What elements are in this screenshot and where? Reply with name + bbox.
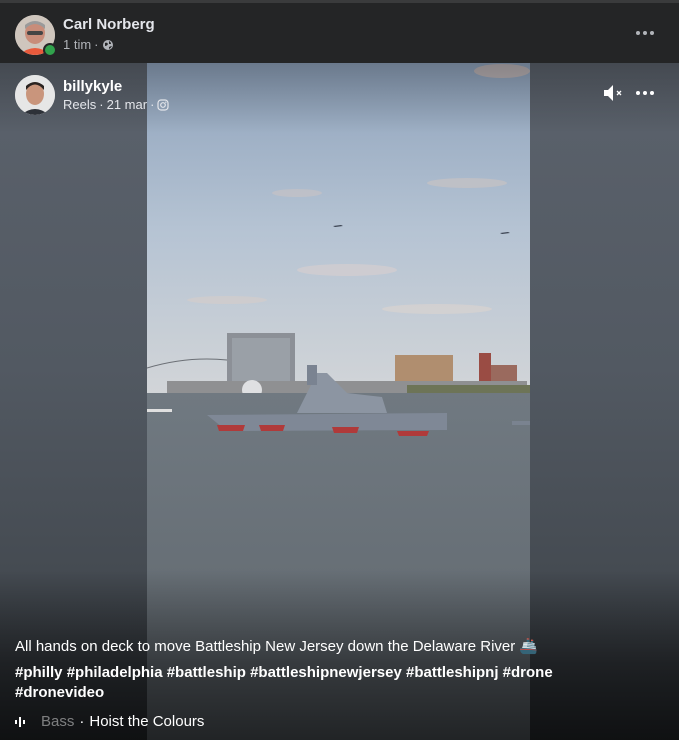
facebook-post: Carl Norberg 1 tim · billykyle Reels · 2… — [0, 0, 679, 740]
reel-author-avatar-image — [15, 75, 55, 115]
speaker-muted-icon — [604, 85, 622, 101]
more-horizontal-icon — [636, 31, 654, 35]
audio-title: Hoist the Colours — [89, 713, 205, 730]
reel-options-button[interactable] — [629, 77, 661, 109]
post-time[interactable]: 1 tim — [63, 37, 91, 52]
meta-separator: · — [150, 97, 155, 112]
audio-wave-icon — [15, 716, 25, 727]
post-header: Carl Norberg 1 tim · — [0, 0, 679, 63]
mute-toggle-button[interactable] — [598, 77, 630, 109]
hashtag-link[interactable]: #philly — [15, 664, 63, 681]
hashtag-link[interactable]: #dronevideo — [15, 684, 104, 701]
reel-hashtags: #philly #philadelphia #battleship #battl… — [15, 663, 615, 703]
more-horizontal-icon — [636, 91, 654, 95]
hashtag-link[interactable]: #drone — [503, 664, 553, 681]
reel-source[interactable]: Reels — [63, 97, 96, 112]
reel-audio[interactable]: Bass · Hoist the Colours — [15, 713, 204, 730]
hashtag-link[interactable]: #philadelphia — [67, 664, 163, 681]
audio-artist: Bass — [41, 713, 75, 730]
reel-author-avatar[interactable] — [15, 75, 55, 115]
reel-video[interactable]: billykyle Reels · 21 mar · All hands on … — [0, 63, 679, 740]
meta-separator: · — [99, 97, 104, 112]
reel-caption: All hands on deck to move Battleship New… — [15, 638, 539, 655]
instagram-icon — [157, 98, 170, 111]
hashtag-link[interactable]: #battleshipnj — [406, 664, 499, 681]
reel-meta: Reels · 21 mar · — [63, 97, 170, 112]
globe-icon — [102, 39, 113, 50]
hashtag-link[interactable]: #battleshipnewjersey — [250, 664, 402, 681]
meta-separator: · — [94, 37, 99, 52]
audio-separator: · — [79, 713, 85, 730]
post-author-name[interactable]: Carl Norberg — [63, 16, 155, 33]
hashtag-link[interactable]: #battleship — [167, 664, 246, 681]
reel-date[interactable]: 21 mar — [107, 97, 147, 112]
post-options-button[interactable] — [629, 17, 661, 49]
post-meta: 1 tim · — [63, 37, 114, 52]
online-status-dot — [43, 43, 57, 57]
reel-author-name[interactable]: billykyle — [63, 78, 122, 95]
